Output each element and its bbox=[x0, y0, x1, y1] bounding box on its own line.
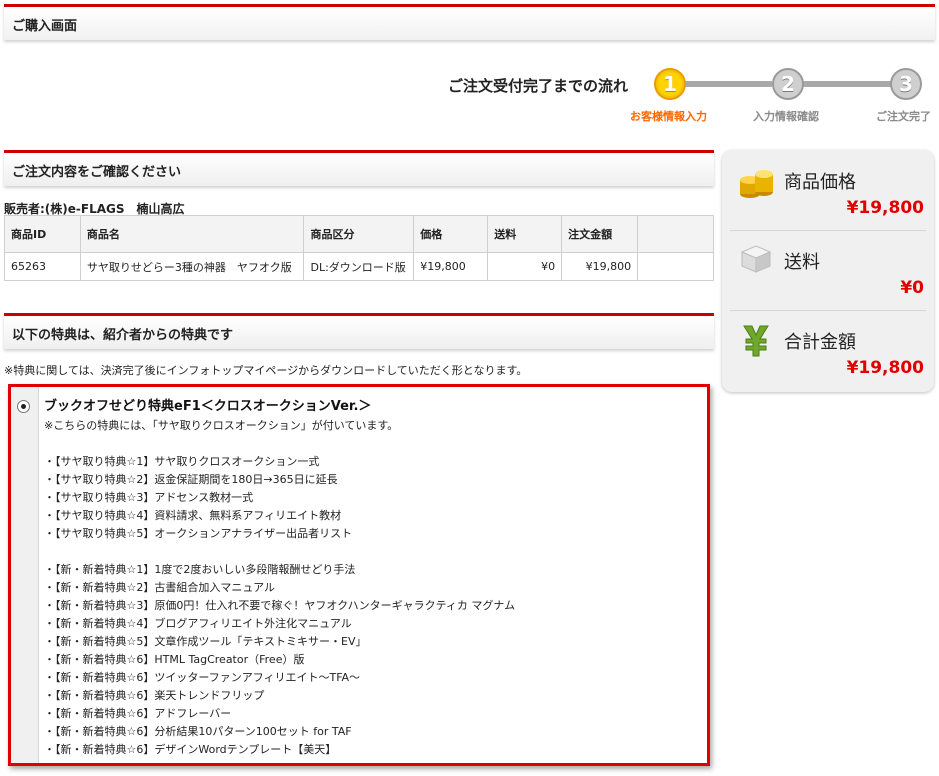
order-table: 商品ID 商品名 商品区分 価格 送料 注文金額 65263 サヤ取りせどらー3… bbox=[4, 215, 714, 281]
shipping-value: ¥0 bbox=[900, 278, 924, 298]
bonus-line: ※こちらの特典には、「サヤ取りクロスオークション」が付いています。 bbox=[44, 419, 399, 432]
col-header-price: 価格 bbox=[413, 215, 489, 253]
bonus-line: ・【新・新着特典☆6】HTML TagCreator（Free）版 bbox=[44, 653, 305, 666]
divider bbox=[730, 310, 926, 311]
cell-price: ¥19,800 bbox=[413, 252, 489, 281]
step-1-circle: 1 bbox=[654, 68, 686, 100]
bonus-line: ・【サヤ取り特典☆3】アドセンス教材一式 bbox=[44, 491, 254, 504]
yen-icon bbox=[743, 325, 769, 357]
cell-total: ¥19,800 bbox=[561, 252, 639, 281]
step-2-circle: 2 bbox=[772, 68, 804, 100]
bonus-line: ・【サヤ取り特典☆2】返金保証期間を180日→365日に延長 bbox=[44, 473, 338, 486]
bonus-line: ・【新・新着特典☆4】ブログアフィリエイト外注化マニュアル bbox=[44, 617, 352, 630]
table-header-row: 商品ID 商品名 商品区分 価格 送料 注文金額 bbox=[4, 215, 714, 253]
bonus-line: ・【新・新着特典☆6】デザインWordテンプレート【美天】 bbox=[44, 743, 337, 756]
bonus-line: ・【新・新着特典☆1】1度で2度おいしい多段階報酬せどり手法 bbox=[44, 563, 356, 576]
step-connector bbox=[802, 81, 892, 87]
bonus-line: ・【新・新着特典☆6】分析結果10パターン100セット for TAF bbox=[44, 725, 352, 738]
bonus-heading-text: 以下の特典は、紹介者からの特典です bbox=[12, 328, 234, 343]
col-header-id: 商品ID bbox=[4, 215, 81, 253]
total-label: 合計金額 bbox=[784, 332, 856, 353]
progress-steps: 1 2 3 お客様情報入力 入力情報確認 ご注文完了 bbox=[630, 66, 932, 126]
price-summary-panel: 商品価格 ¥19,800 送料 ¥0 合計金額 ¥19,800 bbox=[722, 150, 934, 392]
bonus-line bbox=[44, 543, 699, 561]
product-price-value: ¥19,800 bbox=[846, 198, 924, 218]
bonus-note: ※特典に関しては、決済完了後にインフォトップマイページからダウンロードしていただ… bbox=[4, 364, 528, 377]
shipping-label: 送料 bbox=[784, 252, 820, 273]
col-header-empty bbox=[637, 215, 714, 253]
bonus-line: ・【新・新着特典☆2】古書組合加入マニュアル bbox=[44, 581, 276, 594]
order-heading-text: ご注文内容をご確認ください bbox=[12, 165, 182, 180]
bonus-title: ブックオフせどり特典eF1＜クロスオークションVer.＞ bbox=[44, 399, 372, 414]
bonus-line: ・【新・新着特典☆6】ツイッターファンアフィリエイト～TFA～ bbox=[44, 671, 361, 684]
bonus-line: ・【新・新着特典☆6】アドフレーバー bbox=[44, 707, 232, 720]
col-header-category: 商品区分 bbox=[303, 215, 415, 253]
cell-shipping: ¥0 bbox=[487, 252, 563, 281]
box-icon bbox=[740, 245, 772, 273]
total-value: ¥19,800 bbox=[846, 358, 924, 378]
bonus-heading: 以下の特典は、紹介者からの特典です bbox=[4, 313, 714, 349]
bonus-line: ・【新・新着特典☆6】楽天トレンドフリップ bbox=[44, 689, 265, 702]
page-title: ご購入画面 bbox=[12, 19, 78, 34]
table-row: 65263 サヤ取りせどらー3種の神器 ヤフオク版 DL:ダウンロード版 ¥19… bbox=[4, 252, 714, 281]
col-header-total: 注文金額 bbox=[561, 215, 639, 253]
bonus-radio-button[interactable] bbox=[17, 400, 30, 413]
cell-category: DL:ダウンロード版 bbox=[303, 252, 415, 281]
divider bbox=[730, 230, 926, 231]
coins-icon bbox=[740, 170, 773, 198]
bonus-line: ・【新・新着特典☆5】文章作成ツール「テキストミキサー・EV」 bbox=[44, 635, 367, 648]
flow-title: ご注文受付完了までの流れ bbox=[448, 77, 629, 95]
step-2-label: 入力情報確認 bbox=[753, 110, 819, 123]
order-heading: ご注文内容をご確認ください bbox=[4, 150, 714, 186]
product-price-label: 商品価格 bbox=[784, 172, 856, 193]
bonus-line: ・【サヤ取り特典☆1】サヤ取りクロスオークション一式 bbox=[44, 455, 320, 468]
step-1-label: お客様情報入力 bbox=[630, 110, 707, 123]
step-3-circle: 3 bbox=[890, 68, 922, 100]
step-3-label: ご注文完了 bbox=[876, 110, 931, 123]
bonus-line: ・【サヤ取り特典☆5】オークションアナライザー出品者リスト bbox=[44, 527, 353, 540]
bonus-radio-column bbox=[11, 387, 39, 763]
cell-empty bbox=[637, 252, 714, 281]
col-header-name: 商品名 bbox=[79, 215, 305, 253]
bonus-line: ・【新・新着特典☆3】原価0円！仕入れ不要で稼ぐ！ヤフオクハンターギャラクティカ… bbox=[44, 599, 516, 612]
page-header: ご購入画面 bbox=[4, 4, 935, 40]
bonus-line bbox=[44, 435, 699, 453]
cell-product-id: 65263 bbox=[4, 252, 81, 281]
bonus-option[interactable]: ブックオフせどり特典eF1＜クロスオークションVer.＞ ※こちらの特典には、「… bbox=[8, 384, 710, 766]
step-connector bbox=[682, 81, 772, 87]
col-header-shipping: 送料 bbox=[487, 215, 563, 253]
cell-product-name: サヤ取りせどらー3種の神器 ヤフオク版 bbox=[79, 252, 305, 281]
bonus-content: ブックオフせどり特典eF1＜クロスオークションVer.＞ ※こちらの特典には、「… bbox=[44, 395, 699, 759]
bonus-line: ・【サヤ取り特典☆4】資料請求、無料系アフィリエイト教材 bbox=[44, 509, 342, 522]
bonus-lines: ※こちらの特典には、「サヤ取りクロスオークション」が付いています。 ・【サヤ取り特… bbox=[44, 417, 699, 759]
